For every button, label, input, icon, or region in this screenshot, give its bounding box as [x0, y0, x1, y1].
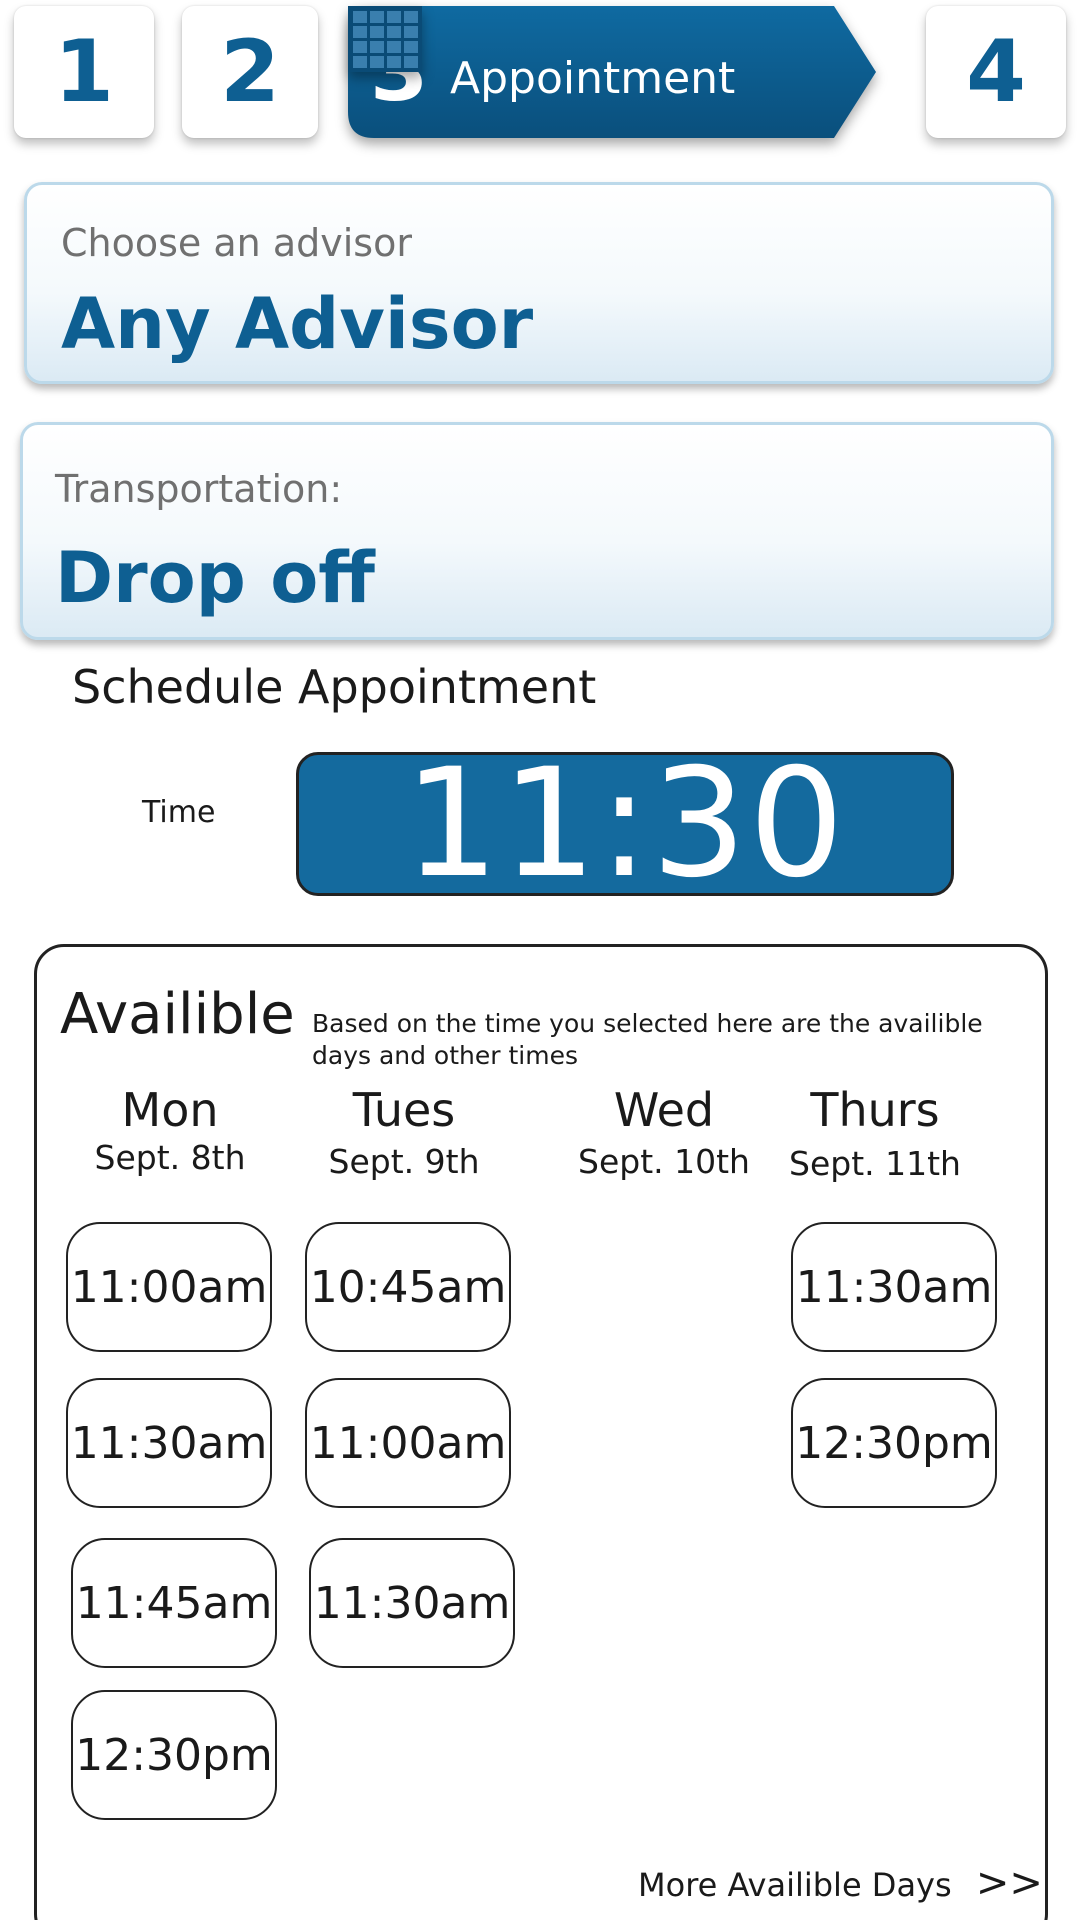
day-name: Thurs — [810, 1083, 940, 1137]
day-thurs: Thurs Sept. 11th — [770, 1082, 980, 1184]
advisor-value: Any Advisor — [61, 283, 534, 365]
calendar-icon — [348, 6, 422, 72]
double-chevron-right-icon: >> — [975, 1860, 1043, 1906]
day-date: Sept. 11th — [789, 1144, 961, 1183]
time-slot-tues[interactable]: 11:00am — [305, 1378, 511, 1508]
time-slot-mon[interactable]: 11:30am — [66, 1378, 272, 1508]
time-label: Time — [142, 795, 216, 830]
step-4-number: 4 — [966, 22, 1026, 122]
day-mon: Mon Sept. 8th — [70, 1082, 270, 1178]
step-4[interactable]: 4 — [926, 6, 1066, 138]
available-description: Based on the time you selected here are … — [312, 1009, 983, 1070]
transportation-selector[interactable]: Transportation: Drop off — [20, 422, 1054, 640]
day-name: Tues — [352, 1083, 456, 1137]
transportation-value: Drop off — [55, 537, 375, 619]
day-name: Mon — [121, 1083, 219, 1137]
schedule-title: Schedule Appointment — [72, 660, 597, 714]
time-slot-mon[interactable]: 11:00am — [66, 1222, 272, 1352]
time-slot-thurs[interactable]: 12:30pm — [791, 1378, 997, 1508]
day-tues: Tues Sept. 9th — [304, 1082, 504, 1182]
day-date: Sept. 10th — [578, 1142, 750, 1181]
time-slot-thurs[interactable]: 11:30am — [791, 1222, 997, 1352]
day-wed: Wed Sept. 10th — [554, 1082, 774, 1182]
time-display[interactable]: 11:30 — [296, 749, 954, 899]
step-1-number: 1 — [54, 22, 114, 122]
more-days-label: More Availible Days — [638, 1866, 952, 1904]
step-3-label: Appointment — [450, 53, 736, 104]
step-1[interactable]: 1 — [14, 6, 154, 138]
time-slot-tues[interactable]: 10:45am — [305, 1222, 511, 1352]
step-3-active[interactable]: 3 Appointment — [348, 6, 876, 138]
available-title: Availible — [60, 982, 295, 1047]
step-2[interactable]: 2 — [182, 6, 318, 138]
day-date: Sept. 8th — [94, 1138, 246, 1177]
time-slot-mon[interactable]: 11:45am — [71, 1538, 277, 1668]
advisor-caption: Choose an advisor — [61, 221, 412, 265]
advisor-selector[interactable]: Choose an advisor Any Advisor — [24, 182, 1054, 384]
day-name: Wed — [613, 1083, 715, 1137]
transportation-caption: Transportation: — [55, 467, 343, 511]
more-days-link[interactable]: More Availible Days >> — [638, 1860, 1043, 1906]
day-date: Sept. 9th — [328, 1142, 480, 1181]
time-slot-tues[interactable]: 11:30am — [309, 1538, 515, 1668]
time-slot-mon[interactable]: 12:30pm — [71, 1690, 277, 1820]
step-2-number: 2 — [220, 22, 280, 122]
